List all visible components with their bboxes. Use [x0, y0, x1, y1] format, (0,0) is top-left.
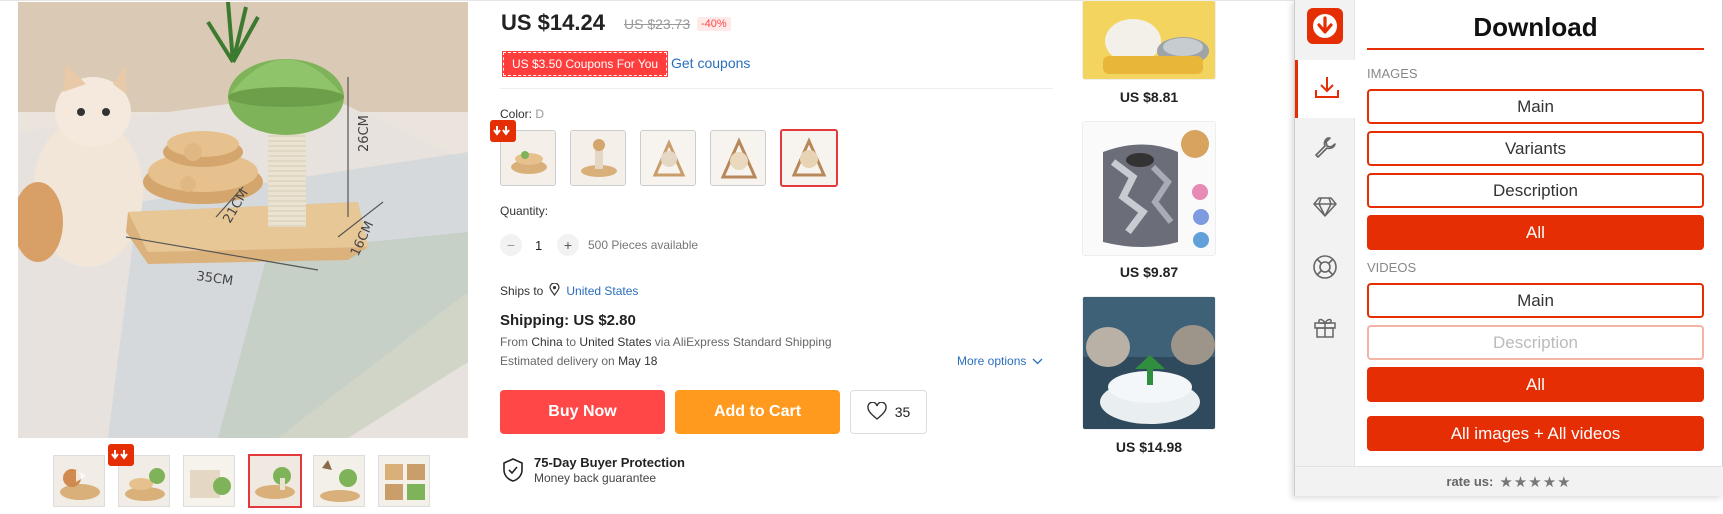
shipping-cost: Shipping: US $2.80 [500, 312, 636, 329]
shield-check-icon [502, 458, 524, 487]
quantity-increase-button[interactable]: + [557, 234, 579, 256]
download-icon [1314, 75, 1340, 104]
related-product-price-2: US $9.87 [1119, 264, 1179, 280]
thumbnail-3[interactable] [183, 455, 235, 507]
thumbnail-5[interactable] [313, 455, 365, 507]
quantity-value[interactable]: 1 [535, 238, 542, 253]
videos-section-heading: VIDEOS [1367, 260, 1417, 275]
videos-main-button[interactable]: Main [1367, 283, 1704, 318]
lifebuoy-icon [1312, 254, 1338, 285]
thumbnail-6[interactable] [378, 455, 430, 507]
related-product-price-1: US $8.81 [1119, 89, 1179, 105]
videos-all-button[interactable]: All [1367, 367, 1704, 402]
all-images-videos-button[interactable]: All images + All videos [1367, 416, 1704, 451]
sidebar-support-tab[interactable] [1295, 240, 1355, 298]
color-label: Color: D [500, 107, 545, 121]
ships-to-country-link[interactable]: United States [566, 284, 638, 298]
location-pin-icon [549, 282, 560, 299]
discount-badge: -40% [697, 17, 731, 31]
download-badge-icon[interactable] [108, 444, 134, 471]
diamond-icon [1312, 196, 1338, 223]
quantity-label: Quantity: [500, 204, 549, 218]
chevron-down-icon [1032, 354, 1043, 368]
sidebar-settings-tab[interactable] [1295, 120, 1355, 178]
rating-stars[interactable]: ★★★★★ [1499, 473, 1571, 491]
videos-description-button: Description [1367, 325, 1704, 360]
color-option-d[interactable] [710, 130, 766, 186]
related-product-image-2[interactable] [1082, 121, 1216, 256]
related-product-image-1[interactable] [1082, 0, 1216, 80]
images-variants-button[interactable]: Variants [1367, 131, 1704, 166]
price: US $14.24 [501, 10, 605, 35]
available-pieces: 500 Pieces available [588, 238, 699, 252]
download-badge-icon[interactable] [490, 120, 516, 147]
get-coupons-link[interactable]: Get coupons [671, 55, 750, 71]
color-value: D [535, 107, 545, 121]
divider [500, 88, 1053, 89]
images-main-button[interactable]: Main [1367, 89, 1704, 124]
wrench-icon [1313, 135, 1337, 164]
wishlist-count: 35 [894, 404, 911, 420]
protection-subtitle: Money back guarantee [534, 471, 657, 485]
thumbnail-1[interactable] [53, 455, 105, 507]
related-product-image-3[interactable] [1082, 296, 1216, 430]
images-description-button[interactable]: Description [1367, 173, 1704, 208]
old-price: US $23.73 [624, 16, 691, 32]
color-option-b[interactable] [570, 130, 626, 186]
add-to-cart-button[interactable]: Add to Cart [675, 390, 840, 434]
color-option-c[interactable] [640, 130, 696, 186]
images-section-heading: IMAGES [1367, 66, 1418, 81]
more-options-link[interactable]: More options [957, 354, 1043, 368]
coupon-badge[interactable]: US $3.50 Coupons For You [501, 51, 669, 77]
color-option-e-selected[interactable] [780, 129, 838, 187]
extension-logo-icon[interactable] [1307, 8, 1343, 49]
wishlist-button[interactable]: 35 [850, 390, 927, 434]
related-product-price-3: US $14.98 [1115, 439, 1183, 455]
sidebar-premium-tab[interactable] [1295, 180, 1355, 238]
shipping-route: From China to United States via AliExpre… [500, 335, 832, 349]
sidebar-gift-tab[interactable] [1295, 300, 1355, 358]
protection-title: 75-Day Buyer Protection [534, 455, 685, 470]
rate-us-label: rate us: [1446, 474, 1494, 489]
panel-title: Download [1473, 12, 1598, 42]
thumbnail-4-selected[interactable] [248, 454, 302, 508]
rate-us-bar: rate us: ★★★★★ [1295, 466, 1723, 496]
main-product-image[interactable]: 26CM 35CM 21CM 16CM [18, 2, 468, 438]
estimated-delivery: Estimated delivery on May 18 [500, 354, 658, 368]
dim-height-label: 26CM [357, 115, 372, 152]
ships-to-label: Ships to [500, 284, 544, 298]
quantity-decrease-button[interactable]: − [500, 234, 522, 256]
title-underline [1367, 48, 1704, 50]
sidebar-download-tab[interactable] [1295, 60, 1355, 118]
ships-to-row: Ships to United States [500, 282, 638, 299]
gift-icon [1313, 315, 1337, 344]
heart-icon [867, 400, 887, 423]
buy-now-button[interactable]: Buy Now [500, 390, 665, 434]
images-all-button[interactable]: All [1367, 215, 1704, 250]
